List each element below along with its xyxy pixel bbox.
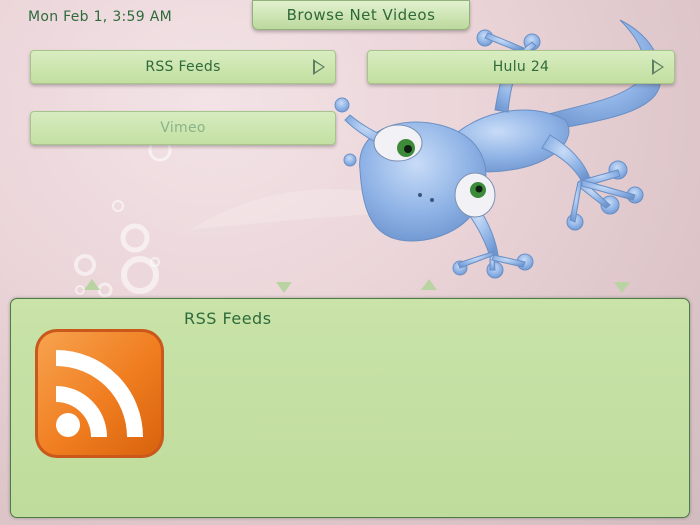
vimeo-button[interactable]: Vimeo — [30, 111, 336, 145]
clock-display: Mon Feb 1, 3:59 AM — [28, 9, 172, 25]
rss-icon — [35, 329, 164, 458]
scroll-down-icon[interactable] — [276, 282, 292, 293]
rss-feeds-button[interactable]: RSS Feeds — [30, 50, 336, 84]
detail-panel: RSS Feeds — [10, 298, 690, 518]
hulu-24-button[interactable]: Hulu 24 — [367, 50, 675, 84]
play-arrow-icon — [313, 59, 325, 75]
play-arrow-icon — [652, 59, 664, 75]
scroll-up-icon[interactable] — [421, 279, 437, 290]
scroll-down-icon[interactable] — [614, 282, 630, 293]
detail-panel-title: RSS Feeds — [184, 309, 272, 328]
scroll-up-icon[interactable] — [84, 279, 100, 290]
hulu-24-button-label: Hulu 24 — [492, 59, 550, 75]
vimeo-button-label: Vimeo — [160, 120, 206, 136]
gecko-illustration — [320, 19, 662, 279]
rss-feeds-button-label: RSS Feeds — [145, 59, 221, 75]
